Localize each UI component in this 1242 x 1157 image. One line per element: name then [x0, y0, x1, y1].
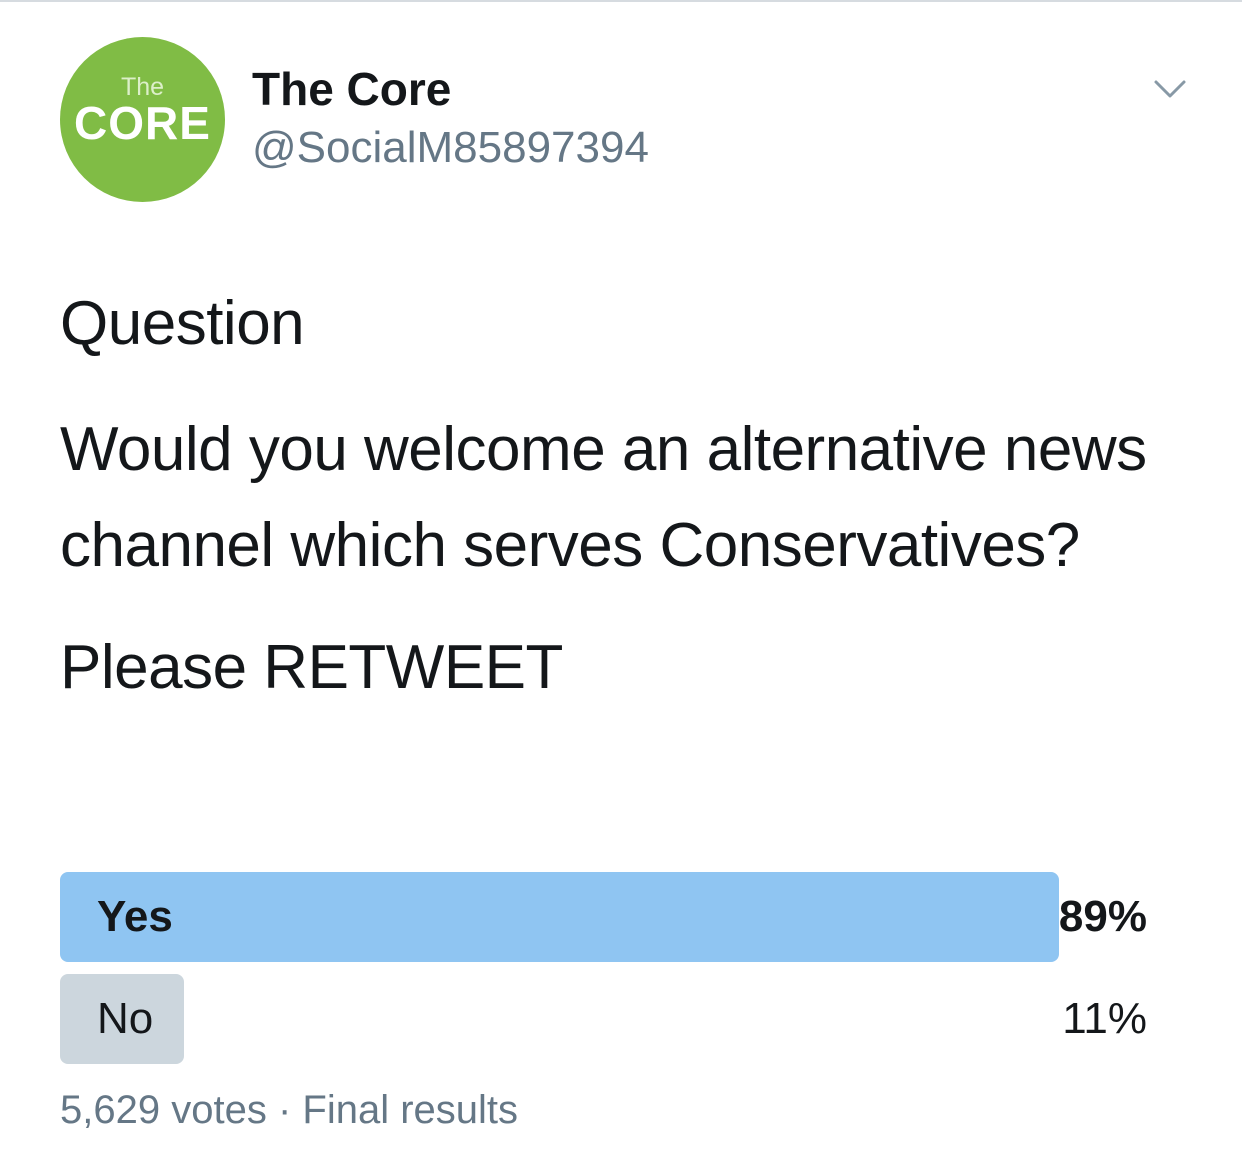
poll-vote-count: 5,629 votes — [60, 1088, 267, 1132]
tweet-paragraph: Please RETWEET — [60, 633, 563, 702]
avatar-logo-big-text: CORE — [74, 97, 211, 149]
top-divider — [0, 0, 1242, 2]
chevron-down-icon[interactable] — [1148, 70, 1192, 110]
poll-status: Final results — [302, 1088, 519, 1132]
poll-option-percent: 89% — [1058, 892, 1147, 941]
author-handle[interactable]: @SocialM85897394 — [252, 123, 649, 172]
poll-option-no[interactable]: No 11% — [60, 974, 1147, 1064]
poll-bar — [60, 872, 1059, 962]
avatar[interactable]: The CORE — [60, 37, 225, 202]
tweet-text: Question Would you welcome an alternativ… — [60, 276, 1180, 716]
poll-option-percent: 11% — [1062, 994, 1147, 1043]
tweet-paragraph: Would you welcome an alternative news ch… — [60, 415, 1147, 580]
poll-option-label: No — [97, 994, 154, 1043]
tweet-paragraph: Question — [60, 289, 305, 358]
author-display-name[interactable]: The Core — [252, 64, 451, 115]
poll-option-yes[interactable]: Yes 89% — [60, 872, 1147, 962]
poll-separator: · — [277, 1088, 292, 1132]
poll-option-label: Yes — [97, 892, 173, 941]
poll-summary: 5,629 votes · Final results — [60, 1086, 518, 1134]
chevron-down-icon-graphic — [1154, 80, 1186, 98]
